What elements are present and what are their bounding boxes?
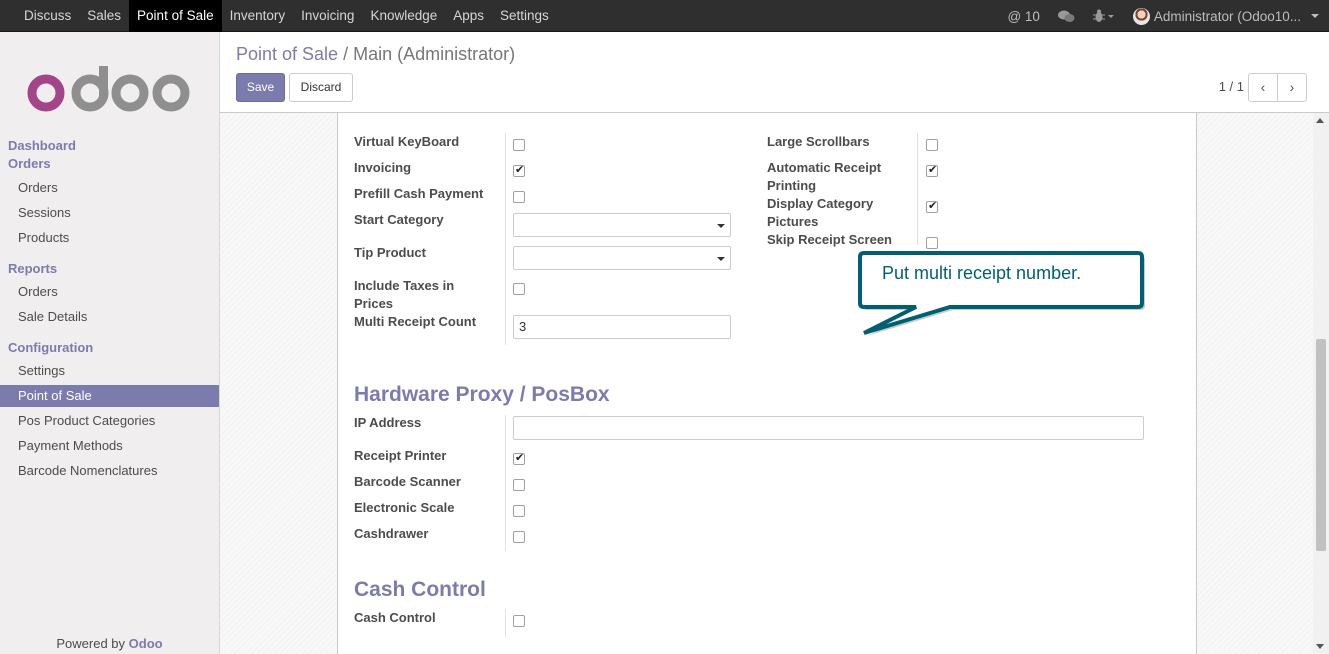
user-name: Administrator (Odoo10... (1153, 8, 1301, 24)
breadcrumb-current: Main (Administrator) (353, 44, 516, 64)
save-button[interactable]: Save (236, 73, 285, 102)
checkbox-virtual-keyboard[interactable] (513, 139, 525, 151)
label-invoicing: Invoicing (354, 160, 412, 175)
label-multi-receipt-count: Multi Receipt Count (354, 314, 477, 329)
sidebar-item-orders[interactable]: Orders (0, 177, 219, 199)
sidebar: Dashboard Orders Orders Sessions Product… (0, 32, 220, 654)
select-start-category[interactable] (513, 213, 731, 237)
avatar (1132, 7, 1150, 25)
menu-knowledge[interactable]: Knowledge (362, 0, 445, 32)
section-title-cash-control: Cash Control (354, 578, 486, 601)
sidebar-item-settings[interactable]: Settings (0, 360, 219, 382)
powered-brand-link[interactable]: Odoo (129, 636, 163, 651)
sidebar-section-orders: Orders (8, 156, 51, 171)
scroll-down-arrow-icon[interactable] (1316, 644, 1324, 649)
breadcrumb: Point of Sale / Main (Administrator) (236, 44, 515, 65)
sidebar-item-sessions[interactable]: Sessions (0, 202, 219, 224)
label-barcode-scanner: Barcode Scanner (354, 474, 461, 489)
label-receipt-printer: Receipt Printer (354, 448, 447, 463)
pager-value: 1 / 1 (1218, 79, 1244, 94)
checkbox-include-taxes[interactable] (513, 283, 525, 295)
checkbox-large-scrollbars[interactable] (926, 139, 938, 151)
vertical-scrollbar[interactable] (1313, 113, 1329, 654)
sidebar-section-reports: Reports (8, 261, 58, 276)
label-start-category: Start Category (354, 212, 444, 227)
odoo-logo (26, 66, 194, 117)
label-electronic-scale: Electronic Scale (354, 500, 455, 515)
ip-address-input[interactable] (513, 416, 1144, 440)
breadcrumb-separator: / (343, 44, 349, 64)
breadcrumb-link[interactable]: Point of Sale (236, 44, 338, 64)
user-menu[interactable]: Administrator (Odoo10... (1132, 7, 1319, 25)
top-navbar: Discuss Sales Point of Sale Inventory In… (0, 0, 1329, 32)
sidebar-item-products[interactable]: Products (0, 227, 219, 249)
label-automatic-receipt-printing: Automatic Receipt Printing (767, 160, 882, 193)
label-ip-address: IP Address (354, 415, 422, 430)
sidebar-section-configuration: Configuration (8, 340, 94, 355)
systray: @ 10 Administrator (Odoo10... (989, 0, 1319, 32)
callout-text: Put multi receipt number. (882, 263, 1082, 283)
menu-invoicing[interactable]: Invoicing (293, 0, 362, 32)
menu-settings[interactable]: Settings (492, 0, 557, 32)
pager-previous-button[interactable]: ‹ (1248, 73, 1278, 102)
label-skip-receipt-screen: Skip Receipt Screen (767, 232, 892, 247)
label-display-category-pictures: Display Category Pictures (767, 196, 874, 229)
scroll-up-arrow-icon[interactable] (1316, 118, 1324, 123)
sidebar-dashboard[interactable]: Dashboard (8, 138, 76, 153)
checkbox-receipt-printer[interactable] (513, 451, 525, 465)
mentions-count: @ 10 (1007, 8, 1040, 24)
chevron-down-icon (1311, 14, 1319, 18)
checkbox-prefill-cash-payment[interactable] (513, 191, 525, 203)
checkbox-display-category-pictures[interactable] (926, 199, 938, 213)
label-prefill-cash-payment: Prefill Cash Payment (354, 186, 484, 201)
scrollbar-thumb[interactable] (1316, 339, 1326, 551)
sidebar-item-sale-details[interactable]: Sale Details (0, 306, 219, 328)
checkbox-barcode-scanner[interactable] (513, 479, 525, 491)
menu-discuss[interactable]: Discuss (16, 0, 79, 32)
debug-bug-icon[interactable] (1092, 9, 1115, 23)
checkbox-cashdrawer[interactable] (513, 531, 525, 543)
form-view: Virtual KeyBoard Invoicing Prefill Cash … (220, 113, 1329, 654)
menu-sales[interactable]: Sales (79, 0, 129, 32)
sidebar-item-pos-product-categories[interactable]: Pos Product Categories (0, 410, 219, 432)
checkbox-automatic-receipt-printing[interactable] (926, 163, 938, 177)
label-cashdrawer: Cashdrawer (354, 526, 429, 541)
label-cash-control: Cash Control (354, 610, 436, 625)
app-menu: Discuss Sales Point of Sale Inventory In… (16, 0, 557, 32)
sidebar-item-payment-methods[interactable]: Payment Methods (0, 435, 219, 457)
discard-button[interactable]: Discard (289, 73, 353, 102)
checkbox-cash-control[interactable] (513, 615, 525, 627)
chevron-right-icon: › (1289, 79, 1295, 95)
chat-icon[interactable] (1057, 10, 1075, 23)
powered-by: Powered by Odoo (0, 636, 219, 651)
checkbox-skip-receipt-screen[interactable] (926, 237, 938, 249)
section-title-hardware: Hardware Proxy / PosBox (354, 383, 610, 406)
menu-point-of-sale[interactable]: Point of Sale (129, 0, 222, 32)
pager-next-button[interactable]: › (1277, 73, 1307, 102)
callout-annotation: Put multi receipt number. (858, 251, 1148, 344)
control-panel: Point of Sale / Main (Administrator) Sav… (220, 32, 1329, 113)
multi-receipt-count-input[interactable]: 3 (513, 315, 731, 339)
menu-inventory[interactable]: Inventory (222, 0, 294, 32)
label-virtual-keyboard: Virtual KeyBoard (354, 134, 460, 149)
label-include-taxes: Include Taxes in Prices (354, 278, 455, 311)
form-sheet: Virtual KeyBoard Invoicing Prefill Cash … (337, 113, 1197, 654)
label-tip-product: Tip Product (354, 245, 426, 260)
checkbox-invoicing[interactable] (513, 163, 525, 177)
sidebar-item-report-orders[interactable]: Orders (0, 281, 219, 303)
sidebar-item-point-of-sale[interactable]: Point of Sale (0, 385, 219, 407)
select-tip-product[interactable] (513, 246, 731, 270)
powered-prefix: Powered by (56, 636, 126, 651)
menu-apps[interactable]: Apps (445, 0, 492, 32)
chevron-left-icon: ‹ (1260, 79, 1266, 95)
checkbox-electronic-scale[interactable] (513, 505, 525, 517)
mentions-indicator[interactable]: @ 10 (1007, 9, 1039, 24)
label-large-scrollbars: Large Scrollbars (767, 134, 870, 149)
sidebar-item-barcode-nomenclatures[interactable]: Barcode Nomenclatures (0, 460, 219, 482)
